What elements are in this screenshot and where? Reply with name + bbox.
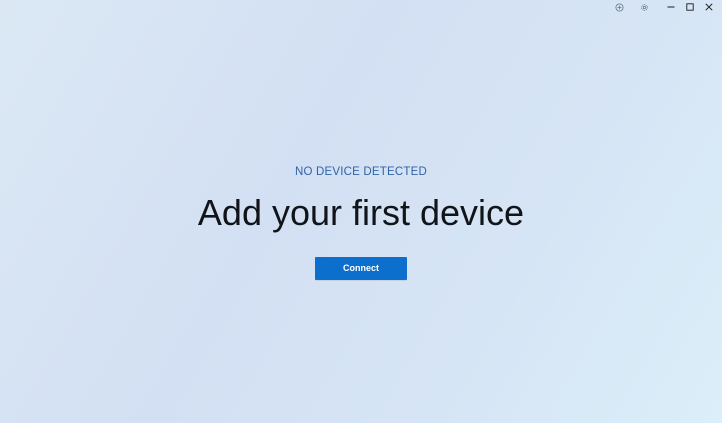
- app-window: NO DEVICE DETECTED Add your first device…: [0, 0, 722, 423]
- add-circle-icon[interactable]: [610, 0, 628, 14]
- maximize-icon[interactable]: [681, 0, 699, 14]
- connect-button[interactable]: Connect: [315, 257, 407, 280]
- title-bar: [603, 0, 722, 14]
- page-title: Add your first device: [197, 192, 525, 233]
- status-label: NO DEVICE DETECTED: [294, 166, 428, 178]
- gear-icon[interactable]: [635, 0, 653, 14]
- close-icon[interactable]: [700, 0, 718, 14]
- window-controls: [661, 0, 718, 14]
- empty-state: NO DEVICE DETECTED Add your first device…: [0, 163, 722, 280]
- title-bar-actions: [603, 0, 653, 14]
- minimize-icon[interactable]: [662, 0, 680, 14]
